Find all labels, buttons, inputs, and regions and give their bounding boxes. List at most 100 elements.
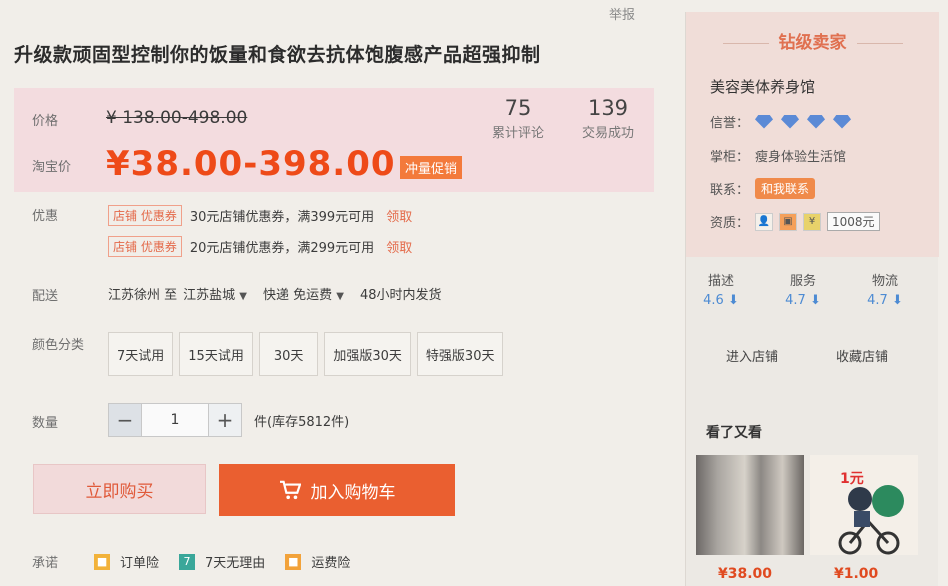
rating-service: 服务 4.7 ⬇ — [768, 270, 838, 308]
price-label: 价格 — [32, 114, 59, 129]
add-to-cart-label: 加入购物车 — [310, 482, 396, 503]
delivery-label: 配送 — [32, 289, 59, 304]
caret-down-icon: ▼ — [336, 291, 344, 302]
arrow-down-icon: ⬇ — [809, 293, 821, 308]
sku-option[interactable]: 7天试用 — [108, 332, 174, 376]
sku-option[interactable]: 15天试用 — [179, 332, 253, 376]
recommended-product-image[interactable] — [696, 455, 804, 555]
claim-coupon-link[interactable]: 领取 — [386, 206, 412, 225]
review-count[interactable]: 75 累计评论 — [478, 96, 558, 141]
also-viewed-title: 看了又看 — [706, 425, 762, 441]
shop-name[interactable]: 美容美体养身馆 — [710, 76, 815, 97]
review-count-value: 75 — [504, 96, 532, 120]
quantity-stepper: − 1 + 件(库存5812件) — [108, 403, 349, 437]
delivery-destination-select[interactable]: 江苏盐城 ▼ — [183, 284, 247, 303]
product-title: 升级款顽固型控制你的饭量和食欲去抗体饱腹感产品超强抑制 — [14, 44, 541, 66]
qualification-row: 资质： 👤 ▣ ¥ 1008元 — [710, 212, 880, 231]
promise-item[interactable]: 订单险 — [120, 552, 159, 571]
increase-quantity-button[interactable]: + — [208, 403, 242, 437]
delivery-destination: 江苏盐城 — [183, 288, 236, 303]
rating-value: 4.6 ⬇ — [703, 293, 739, 308]
keeper-name[interactable]: 瘦身体验生活馆 — [755, 146, 846, 165]
promise-row: 承诺 ■ 订单险 7 7天无理由 ■ 运费险 — [32, 552, 350, 571]
shipping-method-select[interactable]: 快递 免运费 ▼ — [263, 284, 344, 303]
contact-label: 联系： — [710, 183, 750, 198]
keeper-label: 掌柜： — [710, 150, 750, 165]
rating-description: 描述 4.6 ⬇ — [686, 270, 756, 308]
promise-item[interactable]: 运费险 — [311, 552, 350, 571]
taobao-price-label: 淘宝价 — [32, 160, 72, 175]
recommended-price: ¥1.00 — [834, 566, 879, 582]
buy-now-label: 立即购买 — [85, 481, 154, 502]
coupon-tag: 店铺 优惠券 — [108, 236, 182, 257]
promo-badge: 冲量促销 — [400, 156, 463, 179]
ship-time: 48小时内发货 — [359, 288, 442, 303]
coupon-tag: 店铺 优惠券 — [108, 205, 182, 226]
seven-day-return-icon: 7 — [179, 553, 196, 570]
rating-name: 服务 — [789, 274, 816, 289]
color-options: 7天试用 15天试用 30天 加强版30天 特强版30天 — [108, 332, 504, 376]
favorite-shop-button[interactable]: 收藏店铺 — [836, 346, 888, 365]
rating-name: 描述 — [707, 274, 734, 289]
seller-sidebar: 钻级卖家 美容美体养身馆 信誉： 掌柜： 瘦身体验生活馆 联系： 和我联系 资质… — [685, 12, 939, 586]
coupon-label: 优惠 — [32, 209, 59, 224]
deal-count: 139 交易成功 — [568, 96, 648, 141]
credit-row: 信誉： — [710, 112, 853, 131]
order-insurance-icon: ■ — [94, 553, 111, 570]
bail-amount: 1008元 — [827, 212, 880, 231]
rating-value: 4.7 ⬇ — [785, 293, 821, 308]
caret-down-icon: ▼ — [239, 291, 247, 302]
seller-rank: 钻级卖家 — [686, 28, 939, 53]
diamond-icon — [807, 114, 826, 129]
courier-illustration-icon: 1元 — [838, 471, 904, 555]
credit-label: 信誉： — [710, 116, 750, 131]
rating-logistics: 物流 4.7 ⬇ — [850, 270, 920, 308]
coupon-text: 20元店铺优惠券，满299元可用 — [189, 241, 375, 256]
original-price: ¥ 138.00-498.00 — [106, 108, 248, 128]
qualification-label: 资质： — [710, 216, 750, 231]
identity-badge-icon[interactable]: 👤 — [755, 212, 774, 231]
coupon-row: 店铺 优惠券 20元店铺优惠券，满299元可用 领取 — [108, 236, 412, 257]
shipping-method: 快递 免运费 — [263, 288, 333, 303]
diamond-icon — [833, 114, 852, 129]
decrease-quantity-button[interactable]: − — [108, 403, 142, 437]
add-to-cart-button[interactable]: 加入购物车 — [219, 464, 455, 516]
sku-option[interactable]: 加强版30天 — [324, 332, 411, 376]
arrow-down-icon: ⬇ — [727, 293, 739, 308]
quantity-input[interactable]: 1 — [142, 403, 208, 437]
quantity-label: 数量 — [32, 416, 59, 431]
delivery-from: 江苏徐州 至 — [108, 288, 178, 303]
deal-count-label: 交易成功 — [581, 126, 634, 141]
contact-row: 联系： 和我联系 — [710, 178, 816, 199]
svg-text:1元: 1元 — [840, 471, 864, 487]
arrow-down-icon: ⬇ — [891, 293, 903, 308]
promo-price: ¥38.00-398.00 — [106, 144, 396, 184]
coupon-text: 30元店铺优惠券，满399元可用 — [189, 210, 375, 225]
recommended-product-image[interactable]: 1元 — [810, 455, 918, 555]
keeper-row: 掌柜： 瘦身体验生活馆 — [710, 146, 846, 165]
color-options-label: 颜色分类 — [32, 338, 85, 353]
buy-now-button[interactable]: 立即购买 — [33, 464, 206, 514]
claim-coupon-link[interactable]: 领取 — [386, 237, 412, 256]
sku-option[interactable]: 特强版30天 — [416, 332, 504, 376]
shop-badge-icon[interactable]: ▣ — [779, 212, 798, 231]
enter-shop-button[interactable]: 进入店铺 — [726, 346, 778, 365]
bail-badge-icon[interactable]: ¥ — [803, 212, 822, 231]
contact-seller-button[interactable]: 和我联系 — [755, 178, 816, 199]
delivery-row: 江苏徐州 至 江苏盐城 ▼ 快递 免运费 ▼ 48小时内发货 — [108, 284, 442, 303]
cart-icon — [279, 480, 301, 500]
rating-name: 物流 — [871, 274, 898, 289]
deal-count-value: 139 — [587, 96, 629, 120]
sku-option[interactable]: 30天 — [258, 332, 319, 376]
price-panel: 价格 ¥ 138.00-498.00 淘宝价 ¥38.00-398.00 冲量促… — [14, 88, 654, 192]
report-link[interactable]: 举报 — [609, 4, 635, 23]
coupon-row: 店铺 优惠券 30元店铺优惠券，满399元可用 领取 — [108, 205, 412, 226]
product-main: 举报 升级款顽固型控制你的饭量和食欲去抗体饱腹感产品超强抑制 价格 ¥ 138.… — [0, 0, 670, 586]
shipping-insurance-icon: ■ — [285, 553, 302, 570]
promise-item[interactable]: 7天无理由 — [205, 552, 265, 571]
stock-info: 件(库存5812件) — [254, 414, 350, 430]
rating-value: 4.7 ⬇ — [867, 293, 903, 308]
recommended-price: ¥38.00 — [718, 566, 773, 582]
diamond-icon — [781, 114, 800, 129]
promise-label: 承诺 — [32, 556, 59, 571]
